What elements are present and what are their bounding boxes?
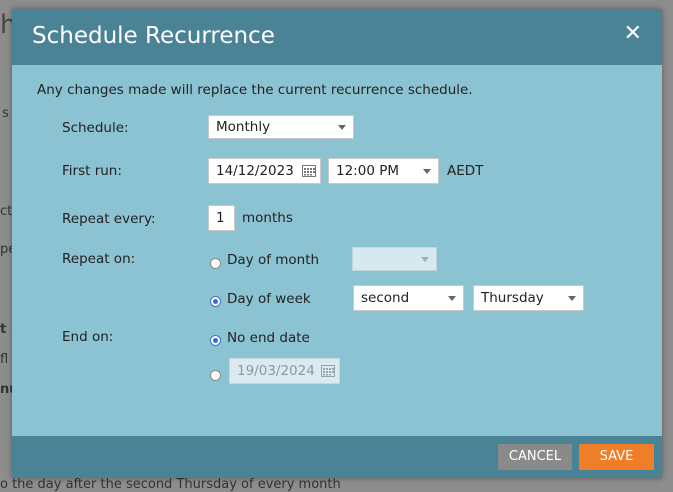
timezone-label: AEDT xyxy=(447,163,484,179)
calendar-icon[interactable] xyxy=(302,165,316,177)
schedule-value: Monthly xyxy=(216,119,271,135)
repeat-every-unit: months xyxy=(242,210,293,226)
chevron-down-icon xyxy=(421,257,429,262)
schedule-recurrence-dialog: Schedule Recurrence ✕ Any changes made w… xyxy=(12,9,662,478)
repeat-every-input[interactable]: 1 xyxy=(208,205,235,231)
bg-fragment: fl xyxy=(0,352,9,367)
chevron-down-icon xyxy=(423,169,431,174)
first-run-label: First run: xyxy=(62,163,122,179)
close-icon[interactable]: ✕ xyxy=(624,21,642,46)
no-end-date-label[interactable]: No end date xyxy=(227,330,310,346)
day-of-week-label[interactable]: Day of week xyxy=(227,291,311,307)
dialog-footer: CANCEL SAVE xyxy=(12,436,662,478)
week-ordinal-value: second xyxy=(361,290,410,306)
first-run-time-select[interactable]: 12:00 PM xyxy=(328,158,439,184)
schedule-label: Schedule: xyxy=(62,120,129,136)
repeat-every-value: 1 xyxy=(216,210,225,226)
chevron-down-icon xyxy=(338,125,346,130)
bg-footer-text: o the day after the second Thursday of e… xyxy=(0,477,341,492)
day-of-week-radio[interactable] xyxy=(210,296,221,307)
weekday-value: Thursday xyxy=(481,290,544,306)
first-run-time-value: 12:00 PM xyxy=(336,163,399,179)
calendar-icon xyxy=(321,365,335,377)
chevron-down-icon xyxy=(448,296,456,301)
day-of-month-radio[interactable] xyxy=(210,258,221,269)
schedule-select[interactable]: Monthly xyxy=(208,115,354,139)
cancel-button[interactable]: CANCEL xyxy=(498,444,572,470)
first-run-date-value: 14/12/2023 xyxy=(216,163,294,179)
week-ordinal-select[interactable]: second xyxy=(353,285,464,311)
end-on-label: End on: xyxy=(62,329,114,345)
chevron-down-icon xyxy=(568,296,576,301)
end-date-value: 19/03/2024 xyxy=(237,363,315,379)
repeat-on-label: Repeat on: xyxy=(62,251,136,267)
repeat-every-label: Repeat every: xyxy=(62,211,156,227)
save-button[interactable]: SAVE xyxy=(579,444,654,470)
dialog-title: Schedule Recurrence xyxy=(32,23,275,49)
bg-fragment: s xyxy=(2,106,9,121)
notice-text: Any changes made will replace the curren… xyxy=(37,82,473,98)
day-of-month-label[interactable]: Day of month xyxy=(227,252,319,268)
bg-fragment: ct xyxy=(0,204,13,219)
end-date-radio[interactable] xyxy=(210,370,221,381)
end-date-input: 19/03/2024 xyxy=(229,358,340,384)
first-run-date-input[interactable]: 14/12/2023 xyxy=(208,158,321,184)
dialog-header: Schedule Recurrence ✕ xyxy=(12,9,662,65)
weekday-select[interactable]: Thursday xyxy=(473,285,584,311)
day-of-month-select xyxy=(352,247,437,271)
no-end-date-radio[interactable] xyxy=(210,335,221,346)
